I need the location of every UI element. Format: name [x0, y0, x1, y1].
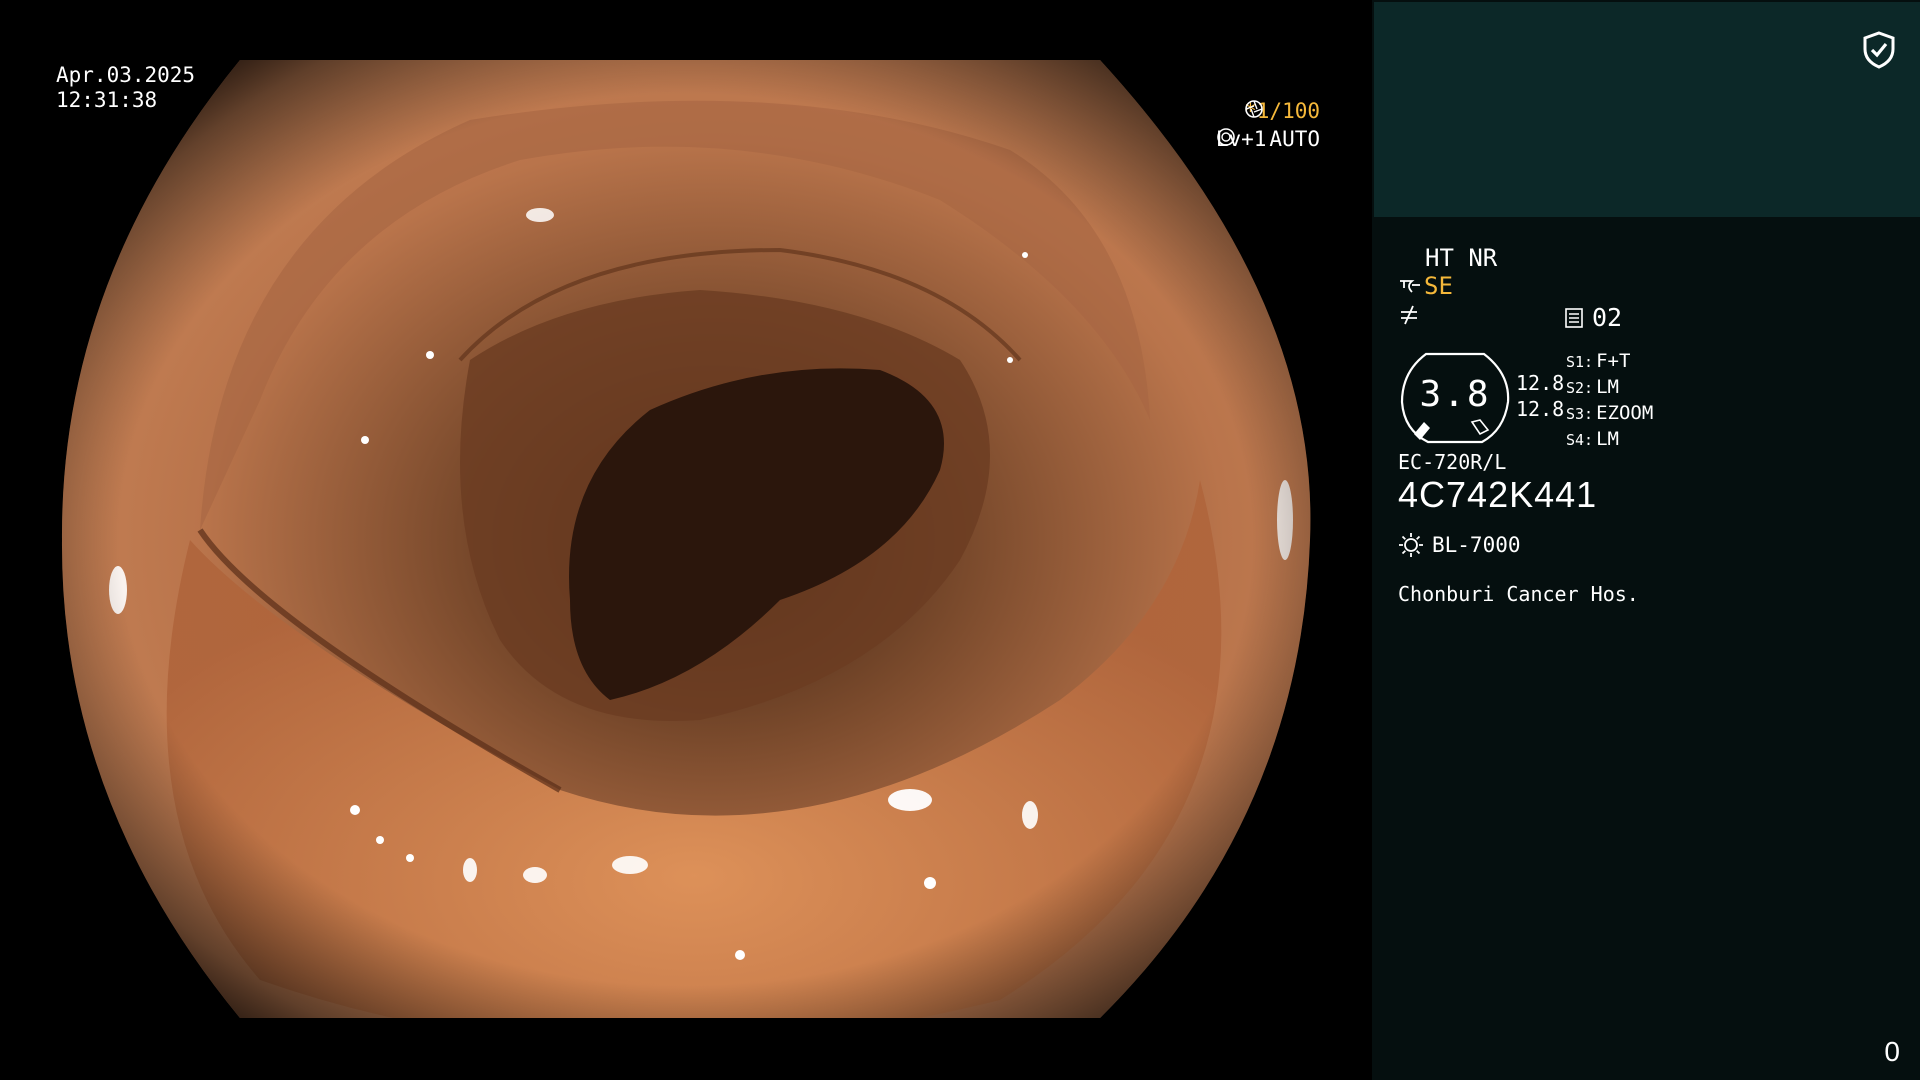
memo-icon: [1565, 307, 1583, 328]
gauge-value: 3.8: [1419, 374, 1491, 415]
iris-icon: [1217, 128, 1235, 146]
light-source-row: BL-7000: [1398, 532, 1521, 558]
slot-key: S3:: [1566, 405, 1594, 423]
slot-value: EZOOM: [1596, 402, 1654, 424]
zoom-indicator: *1/100: [1244, 99, 1320, 124]
scope-model-label: EC-720R/L: [1398, 450, 1507, 474]
info-panel: HT NR SE 02 3.8 12.8 12.8 S1: F+T S2: LM S…: [1372, 0, 1920, 1080]
brightness-level-indicator: Lv+1 AUTO: [1216, 127, 1320, 152]
rate-row: [1398, 304, 1420, 332]
light-source-label: BL-7000: [1432, 533, 1521, 557]
aperture-icon: [1245, 100, 1263, 118]
scope-icon: [1400, 280, 1420, 293]
hospital-name: Chonburi Cancer Hos.: [1398, 582, 1639, 606]
slot-key: S1:: [1566, 353, 1594, 371]
endoscope-video-feed: Apr.03.2025 12:31:38 *1/100 Lv+1 AUTO: [0, 0, 1372, 1080]
memo-row: 02: [1564, 303, 1622, 332]
slot-item: S4: LM: [1566, 427, 1653, 453]
slot-value: LM: [1596, 376, 1619, 398]
slot-item: S2: LM: [1566, 375, 1653, 401]
light-source-icon: [1399, 533, 1423, 557]
ratio-1: 12.8: [1516, 371, 1565, 395]
date-label: Apr.03.2025: [56, 63, 196, 87]
image-mode-label: HT NR: [1425, 244, 1498, 272]
slot-value: F+T: [1596, 350, 1631, 372]
slot-key: S2:: [1566, 379, 1594, 397]
slot-item: S1: F+T: [1566, 349, 1653, 375]
se-value: SE: [1424, 272, 1453, 300]
slot-item: S3: EZOOM: [1566, 401, 1653, 427]
time-label: 12:31:38: [56, 88, 158, 112]
ratio-2: 12.8: [1516, 397, 1565, 421]
structure-enhancement-row: SE: [1398, 272, 1453, 300]
endoscopic-image: [61, 60, 1311, 1018]
memo-value: 02: [1592, 303, 1623, 332]
panel-header-area: [1374, 2, 1920, 217]
no-rate-icon: [1401, 305, 1417, 325]
mode-label: AUTO: [1269, 127, 1320, 151]
slot-value: LM: [1596, 428, 1619, 450]
image-counter: 0: [1884, 1036, 1900, 1067]
slot-key: S4:: [1566, 431, 1594, 449]
switch-slot-list: S1: F+T S2: LM S3: EZOOM S4: LM: [1566, 349, 1653, 453]
shield-check-icon[interactable]: [1860, 30, 1898, 70]
date-time-readout: Apr.03.2025 12:31:38: [56, 63, 195, 113]
ratio-readout: 12.8 12.8: [1516, 370, 1564, 422]
scope-serial-number: 4C742K441: [1398, 474, 1598, 515]
